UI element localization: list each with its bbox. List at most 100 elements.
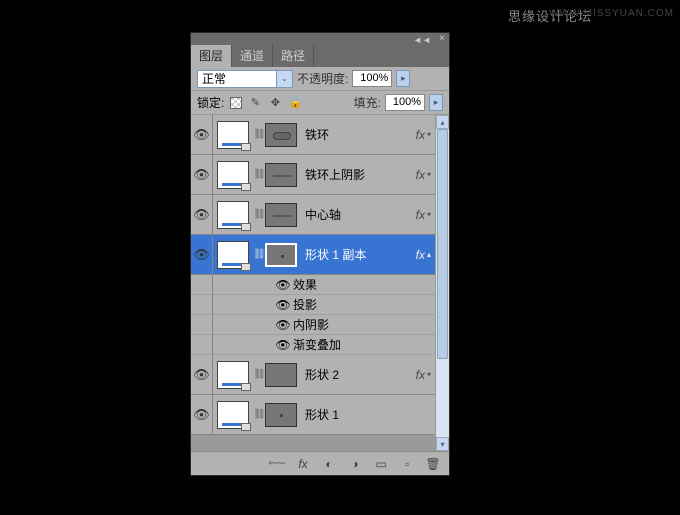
- fx-expand-icon[interactable]: ▾: [427, 170, 431, 179]
- fx-badge[interactable]: fx: [416, 168, 425, 182]
- panel-tabs: 图层 通道 路径: [191, 45, 449, 67]
- effect-name: 投影: [293, 296, 317, 313]
- link-layers-icon[interactable]: ⬳: [269, 457, 285, 471]
- vector-badge-icon: [241, 263, 251, 271]
- scroll-down-icon[interactable]: ▾: [436, 437, 449, 451]
- effect-name: 内阴影: [293, 316, 329, 333]
- fx-expand-icon[interactable]: ▾: [427, 130, 431, 139]
- layer-thumbnail[interactable]: [217, 121, 249, 149]
- visibility-eye-icon[interactable]: 👁: [193, 247, 210, 263]
- tab-paths[interactable]: 路径: [273, 45, 314, 67]
- collapse-icon[interactable]: ◄◄: [413, 35, 431, 45]
- scroll-up-icon[interactable]: ▴: [436, 115, 449, 129]
- layer-row[interactable]: 👁 ⛓ 铁环上阴影 fx ▾: [191, 155, 435, 195]
- vector-mask-thumbnail[interactable]: [265, 403, 297, 427]
- blend-mode-select[interactable]: 正常 ⌄: [197, 70, 293, 88]
- layer-name[interactable]: 铁环: [301, 126, 416, 143]
- vector-mask-thumbnail[interactable]: [265, 243, 297, 267]
- fill-label: 填充:: [354, 94, 381, 111]
- lock-brush-icon[interactable]: ✎: [248, 96, 262, 110]
- layer-name[interactable]: 铁环上阴影: [301, 166, 416, 183]
- scroll-thumb[interactable]: [437, 129, 448, 359]
- vector-mask-thumbnail[interactable]: [265, 203, 297, 227]
- fill-input[interactable]: 100%: [385, 94, 425, 111]
- layer-row[interactable]: 👁 ⛓ 形状 2 fx ▾: [191, 355, 435, 395]
- fx-expand-icon[interactable]: ▾: [427, 210, 431, 219]
- link-icon: ⛓: [253, 409, 261, 420]
- group-icon[interactable]: ▭: [373, 457, 389, 471]
- fx-expand-icon[interactable]: ▾: [427, 370, 431, 379]
- vector-badge-icon: [241, 423, 251, 431]
- layer-name[interactable]: 形状 1 副本: [301, 246, 416, 263]
- vector-badge-icon: [241, 143, 251, 151]
- tab-layers[interactable]: 图层: [191, 45, 232, 67]
- visibility-eye-icon[interactable]: 👁: [273, 338, 293, 352]
- layer-row[interactable]: 👁 ⛓ 形状 1: [191, 395, 435, 435]
- layer-style-icon[interactable]: fx: [295, 457, 311, 471]
- vector-mask-thumbnail[interactable]: [265, 363, 297, 387]
- visibility-eye-icon[interactable]: 👁: [193, 367, 210, 383]
- fx-badge[interactable]: fx: [416, 208, 425, 222]
- vector-badge-icon: [241, 383, 251, 391]
- layer-name[interactable]: 形状 1: [301, 406, 431, 423]
- link-icon: ⛓: [253, 209, 261, 220]
- layer-name[interactable]: 形状 2: [301, 366, 416, 383]
- lock-icons: ✎ ✥ 🔒: [230, 96, 302, 110]
- fx-collapse-icon[interactable]: ▴: [427, 250, 431, 259]
- link-icon: ⛓: [253, 249, 261, 260]
- lock-row: 锁定: ✎ ✥ 🔒 填充: 100% ▸: [191, 91, 449, 115]
- fx-badge[interactable]: fx: [416, 368, 425, 382]
- layer-thumbnail[interactable]: [217, 241, 249, 269]
- adjustment-layer-icon[interactable]: ◑: [347, 457, 363, 471]
- visibility-eye-icon[interactable]: 👁: [273, 278, 293, 292]
- effect-header-row[interactable]: 👁 效果: [191, 275, 435, 295]
- fill-slider-button[interactable]: ▸: [429, 94, 443, 111]
- layer-thumbnail[interactable]: [217, 201, 249, 229]
- opacity-input[interactable]: 100%: [352, 70, 392, 87]
- dropdown-arrow-icon: ⌄: [276, 71, 292, 87]
- fx-badge[interactable]: fx: [416, 248, 425, 262]
- layer-row[interactable]: 👁 ⛓ 铁环 fx ▾: [191, 115, 435, 155]
- effect-row[interactable]: 👁 内阴影: [191, 315, 435, 335]
- visibility-eye-icon[interactable]: 👁: [193, 167, 210, 183]
- lock-all-icon[interactable]: 🔒: [288, 96, 302, 110]
- layer-row[interactable]: 👁 ⛓ 中心轴 fx ▾: [191, 195, 435, 235]
- layers-list: 👁 ⛓ 铁环 fx ▾ 👁 ⛓ 铁环上阴影 fx ▾ 👁 ⛓: [191, 115, 435, 451]
- effect-row[interactable]: 👁 投影: [191, 295, 435, 315]
- layer-thumbnail[interactable]: [217, 161, 249, 189]
- effects-label: 效果: [293, 276, 317, 293]
- layers-panel: ◄◄ × 图层 通道 路径 正常 ⌄ 不透明度: 100% ▸ 锁定: ✎ ✥ …: [190, 32, 450, 476]
- fx-badge[interactable]: fx: [416, 128, 425, 142]
- layer-thumbnail[interactable]: [217, 401, 249, 429]
- blend-row: 正常 ⌄ 不透明度: 100% ▸: [191, 67, 449, 91]
- link-icon: ⛓: [253, 369, 261, 380]
- scroll-track[interactable]: [436, 129, 449, 437]
- layer-thumbnail[interactable]: [217, 361, 249, 389]
- vector-mask-thumbnail[interactable]: [265, 163, 297, 187]
- watermark-url: WWW.MISSYUAN.COM: [549, 8, 674, 19]
- scrollbar[interactable]: ▴ ▾: [435, 115, 449, 451]
- trash-icon[interactable]: 🗑: [425, 457, 441, 471]
- layer-name[interactable]: 中心轴: [301, 206, 416, 223]
- lock-move-icon[interactable]: ✥: [268, 96, 282, 110]
- visibility-eye-icon[interactable]: 👁: [193, 407, 210, 423]
- panel-header: ◄◄ ×: [191, 33, 449, 45]
- visibility-eye-icon[interactable]: 👁: [193, 207, 210, 223]
- visibility-eye-icon[interactable]: 👁: [193, 127, 210, 143]
- layer-mask-icon[interactable]: ◐: [321, 457, 337, 471]
- layer-row-selected[interactable]: 👁 ⛓ 形状 1 副本 fx ▴: [191, 235, 435, 275]
- tab-channels[interactable]: 通道: [232, 45, 273, 67]
- visibility-eye-icon[interactable]: 👁: [273, 298, 293, 312]
- link-icon: ⛓: [253, 129, 261, 140]
- opacity-label: 不透明度:: [297, 70, 348, 87]
- new-layer-icon[interactable]: ▫: [399, 457, 415, 471]
- effect-row[interactable]: 👁 渐变叠加: [191, 335, 435, 355]
- lock-transparency-icon[interactable]: [230, 97, 242, 109]
- visibility-eye-icon[interactable]: 👁: [273, 318, 293, 332]
- blend-mode-value: 正常: [202, 70, 226, 87]
- lock-label: 锁定:: [197, 94, 224, 111]
- vector-badge-icon: [241, 183, 251, 191]
- close-icon[interactable]: ×: [439, 33, 445, 44]
- opacity-slider-button[interactable]: ▸: [396, 70, 410, 87]
- vector-mask-thumbnail[interactable]: [265, 123, 297, 147]
